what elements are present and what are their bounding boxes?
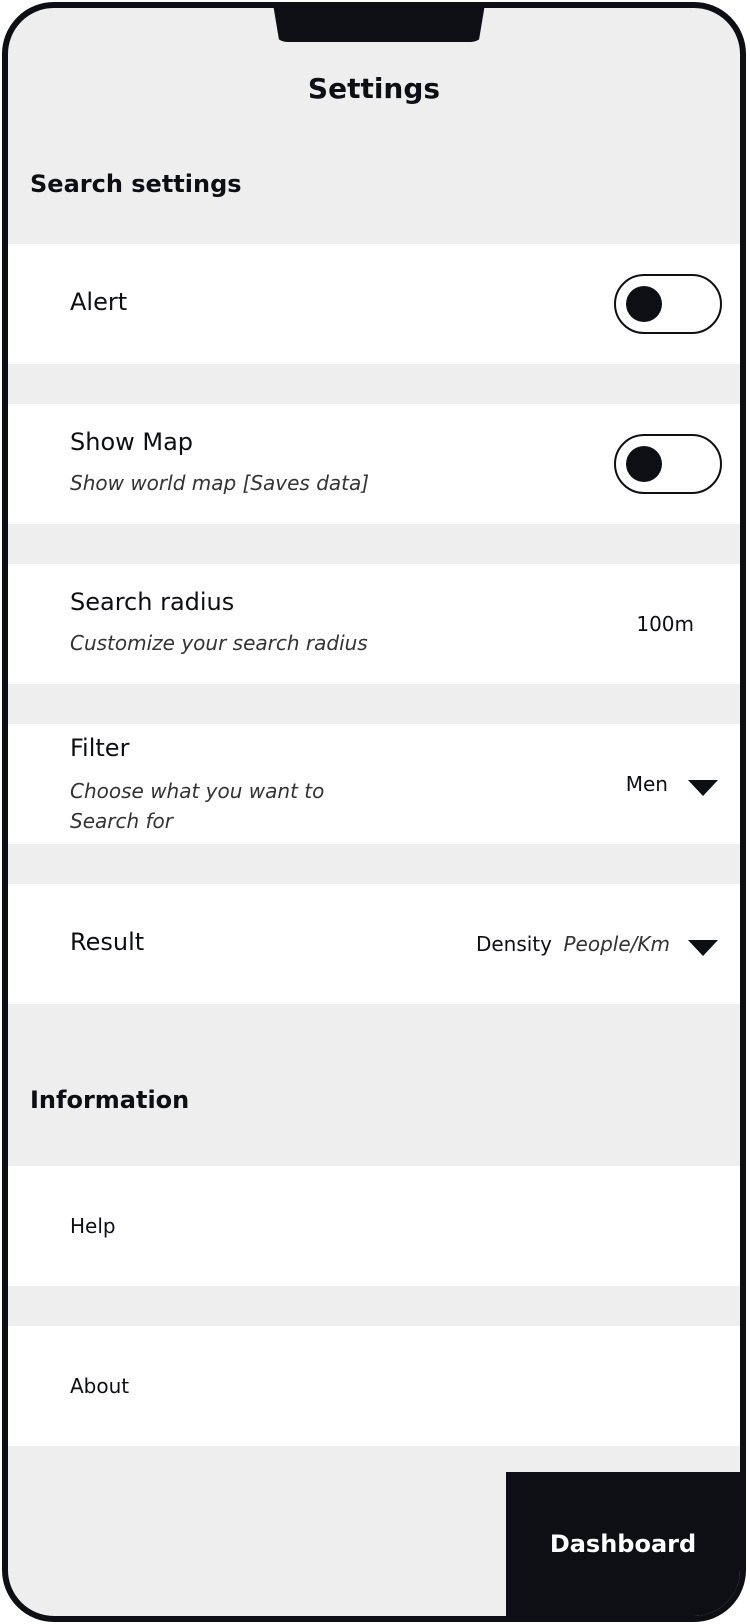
- search-radius-row[interactable]: Search radius Customize your search radi…: [8, 564, 740, 684]
- result-row: Result Density People/Km: [8, 884, 740, 1004]
- result-label: Result: [70, 928, 145, 956]
- search-radius-subtitle: Customize your search radius: [70, 631, 368, 655]
- show-map-row: Show Map Show world map [Saves data]: [8, 404, 740, 524]
- toggle-knob: [626, 286, 662, 322]
- screen-frame: Settings Search settings Alert Show Map …: [2, 2, 746, 1622]
- dashboard-button[interactable]: Dashboard: [506, 1472, 740, 1616]
- alert-label: Alert: [70, 288, 128, 316]
- filter-subtitle: Choose what you want to Search for: [70, 779, 325, 833]
- show-map-toggle[interactable]: [614, 434, 722, 494]
- about-label: About: [70, 1374, 130, 1398]
- page-title: Settings: [307, 72, 441, 105]
- result-select-value[interactable]: Density: [476, 932, 552, 956]
- chevron-down-icon[interactable]: [688, 940, 718, 956]
- phone-screen: Settings Search settings Alert Show Map …: [0, 0, 750, 1624]
- alert-row: Alert: [8, 244, 740, 364]
- dashboard-label: Dashboard: [549, 1530, 697, 1558]
- help-label: Help: [70, 1214, 116, 1238]
- help-row[interactable]: Help: [8, 1166, 740, 1286]
- section-title-search: Search settings: [30, 170, 242, 198]
- show-map-label: Show Map: [70, 428, 194, 456]
- show-map-subtitle: Show world map [Saves data]: [70, 471, 370, 495]
- about-row[interactable]: About: [8, 1326, 740, 1446]
- alert-toggle[interactable]: [614, 274, 722, 334]
- chevron-down-icon[interactable]: [688, 780, 718, 796]
- filter-label: Filter: [70, 734, 130, 762]
- filter-row: Filter Choose what you want to Search fo…: [8, 724, 740, 844]
- search-radius-label: Search radius: [70, 588, 235, 616]
- section-title-information: Information: [30, 1086, 190, 1114]
- filter-select-value[interactable]: Men: [626, 772, 668, 796]
- notch: [273, 8, 485, 42]
- toggle-knob: [626, 446, 662, 482]
- result-select-unit[interactable]: People/Km: [564, 932, 671, 956]
- search-radius-value[interactable]: 100m: [636, 612, 694, 636]
